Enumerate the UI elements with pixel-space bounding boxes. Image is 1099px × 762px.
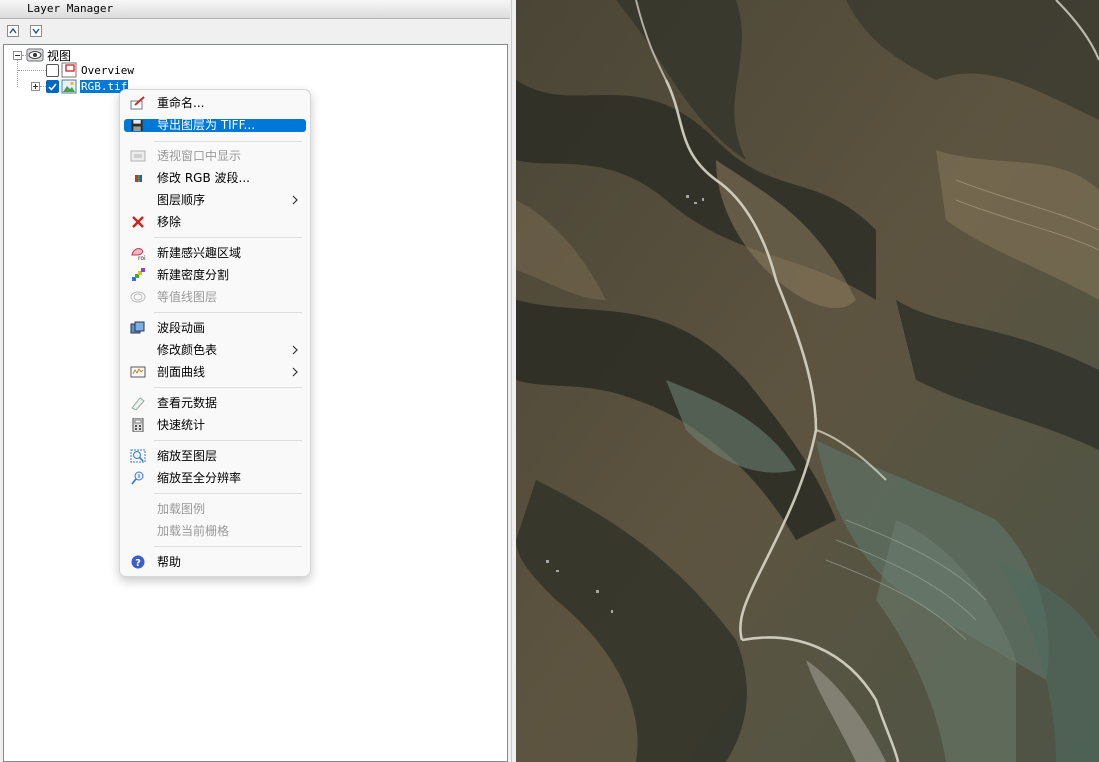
remove-x-icon: [132, 216, 144, 228]
menu-item-density-slice[interactable]: 新建密度分割: [124, 265, 306, 285]
menu-item-contour-layer[interactable]: 等值线图层: [124, 287, 306, 307]
profile-chart-icon: [130, 366, 146, 378]
help-icon: ?: [131, 555, 145, 569]
menu-label-view-metadata: 查看元数据: [157, 396, 218, 410]
menu-label-density-slice: 新建密度分割: [157, 268, 230, 282]
zoom-layer-icon: [130, 449, 146, 463]
overview-layer-icon: [61, 62, 77, 78]
rgb-layer-checkbox[interactable]: [46, 80, 59, 93]
menu-label-load-current-raster: 加载当前栅格: [157, 524, 230, 538]
band-animation-icon: [130, 321, 145, 334]
menu-item-profile-curve[interactable]: 剖面曲线: [124, 362, 306, 382]
menu-item-remove[interactable]: 移除: [124, 212, 306, 232]
menu-label-load-legend: 加载图例: [157, 502, 206, 516]
menu-label-zoom-full-res: 缩放至全分辨率: [157, 471, 242, 485]
panel-title: Layer Manager: [27, 2, 114, 15]
menu-item-layer-order[interactable]: 图层顺序: [124, 190, 306, 210]
chevron-down-icon: [32, 28, 40, 35]
calculator-icon: [132, 418, 144, 432]
rename-icon: [130, 96, 145, 110]
menu-item-zoom-full-res[interactable]: 缩放至全分辨率: [124, 468, 306, 488]
menu-item-load-legend[interactable]: 加载图例: [124, 499, 306, 519]
satellite-image-view[interactable]: [516, 0, 1099, 762]
menu-label-export-tiff: 导出图层为 TIFF...: [157, 118, 256, 132]
root-collapse-toggle[interactable]: [13, 51, 22, 60]
menu-label-profile-curve: 剖面曲线: [157, 365, 206, 379]
layer-toolbar: [0, 22, 510, 42]
rgb-bands-icon: [135, 175, 142, 182]
menu-item-load-current-raster[interactable]: 加载当前栅格: [124, 521, 306, 541]
menu-label-quick-stats: 快速统计: [157, 418, 206, 432]
overview-layer-label[interactable]: Overview: [81, 64, 134, 77]
rgb-expand-toggle[interactable]: [31, 82, 40, 91]
panel-title-bar: Layer Manager: [0, 0, 510, 19]
menu-item-zoom-to-layer[interactable]: 缩放至图层: [124, 446, 306, 466]
svg-text:roi: roi: [138, 255, 146, 261]
menu-label-show-in-view: 透视窗口中显示: [157, 149, 242, 163]
zoom-full-icon: [131, 471, 144, 485]
chevron-right-icon: [292, 367, 298, 377]
chevron-right-icon: [292, 345, 298, 355]
menu-label-rename: 重命名...: [157, 96, 205, 110]
menu-item-edit-rgb[interactable]: 修改 RGB 波段...: [124, 168, 306, 188]
chevron-up-icon: [9, 27, 17, 34]
menu-label-help: 帮助: [157, 555, 182, 569]
menu-label-zoom-to-layer: 缩放至图层: [157, 449, 218, 463]
chevron-right-icon: [292, 195, 298, 205]
menu-item-quick-stats[interactable]: 快速统计: [124, 415, 306, 435]
menu-item-export-tiff[interactable]: 导出图层为 TIFF...: [124, 119, 306, 132]
menu-item-view-metadata[interactable]: 查看元数据: [124, 393, 306, 413]
menu-item-band-animation[interactable]: 波段动画: [124, 318, 306, 338]
move-layer-down-button[interactable]: [30, 25, 42, 37]
menu-item-new-roi[interactable]: roi 新建感兴趣区域: [124, 243, 306, 263]
save-disk-icon: [131, 119, 143, 132]
checkmark-icon: [48, 83, 57, 91]
satellite-image: [516, 0, 1099, 762]
menu-item-show-in-view[interactable]: 透视窗口中显示: [124, 146, 306, 166]
menu-label-contour-layer: 等值线图层: [157, 290, 218, 304]
roi-icon: roi: [131, 248, 146, 261]
view-window-icon: [130, 150, 146, 162]
layer-context-menu: 重命名... 导出图层为 TIFF... 透视窗口中显示 修改 RGB 波段..…: [119, 89, 311, 577]
overview-checkbox[interactable]: [46, 64, 59, 77]
menu-label-remove: 移除: [157, 215, 182, 229]
menu-item-rename[interactable]: 重命名...: [124, 93, 306, 113]
move-layer-up-button[interactable]: [7, 25, 19, 37]
menu-label-edit-color-table: 修改颜色表: [157, 343, 218, 357]
menu-label-edit-rgb: 修改 RGB 波段...: [157, 171, 250, 185]
menu-item-edit-color-table[interactable]: 修改颜色表: [124, 340, 306, 360]
density-slice-icon: [132, 268, 145, 281]
menu-label-new-roi: 新建感兴趣区域: [157, 246, 242, 260]
raster-image-icon: [61, 79, 77, 94]
menu-item-help[interactable]: ? 帮助: [124, 552, 306, 572]
contour-icon: [130, 291, 146, 303]
menu-label-band-animation: 波段动画: [157, 321, 206, 335]
menu-label-layer-order: 图层顺序: [157, 193, 206, 207]
svg-text:?: ?: [135, 558, 141, 569]
metadata-tag-icon: [131, 397, 145, 410]
view-eye-icon: [26, 48, 44, 62]
